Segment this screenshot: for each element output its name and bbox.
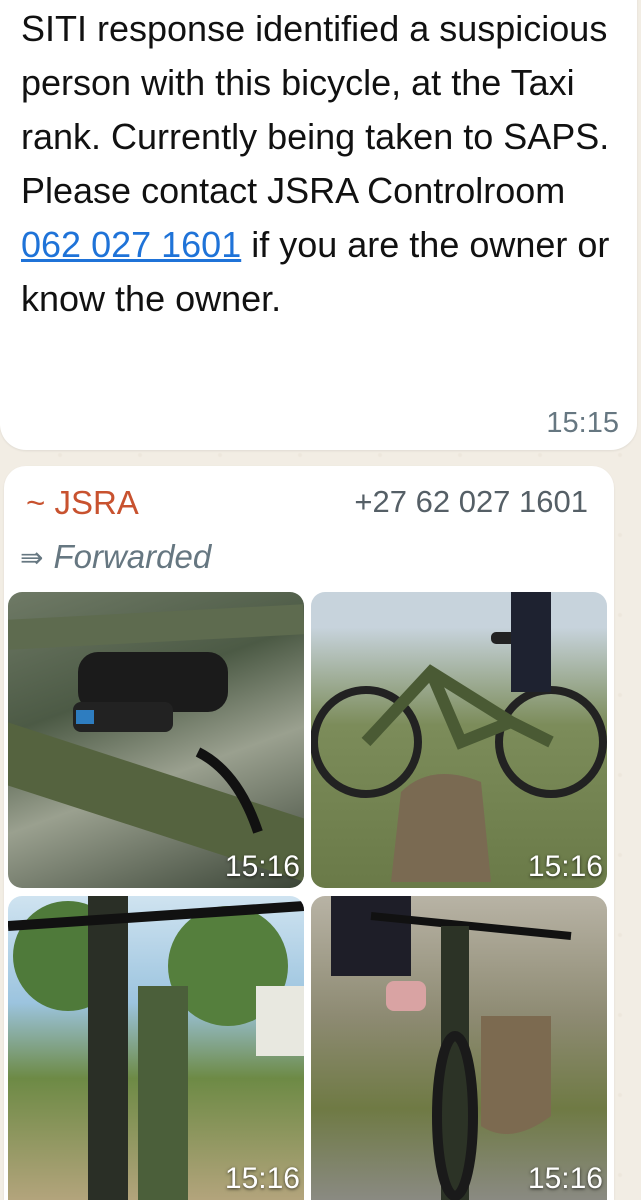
message-bubble-photos[interactable]: ~ JSRA +27 62 027 1601 ⇛ Forwarded 15:16… [4, 466, 614, 1200]
forwarded-label: ⇛ Forwarded [20, 538, 211, 576]
sender-phone[interactable]: +27 62 027 1601 [354, 484, 588, 520]
forwarded-text: Forwarded [53, 538, 212, 575]
photo-thumbnail-2[interactable]: 15:16 [311, 592, 607, 888]
phone-link[interactable]: 062 027 1601 [21, 224, 241, 265]
sender-name[interactable]: ~ JSRA [26, 484, 139, 522]
photo-time: 15:16 [527, 850, 603, 883]
photo-thumbnail-3[interactable]: 15:16 [8, 896, 304, 1200]
photo-time: 15:16 [527, 1162, 603, 1195]
photo-thumbnail-1[interactable]: 15:16 [8, 592, 304, 888]
message-time: 15:15 [546, 407, 619, 439]
forward-icon: ⇛ [20, 541, 44, 573]
photo-time: 15:16 [224, 850, 300, 883]
photo-time: 15:16 [224, 1162, 300, 1195]
message-bubble-text[interactable]: SITI response identified a suspicious pe… [0, 0, 637, 450]
message-text: SITI response identified a suspicious pe… [21, 8, 610, 319]
photo-thumbnail-4[interactable]: 15:16 [311, 896, 607, 1200]
